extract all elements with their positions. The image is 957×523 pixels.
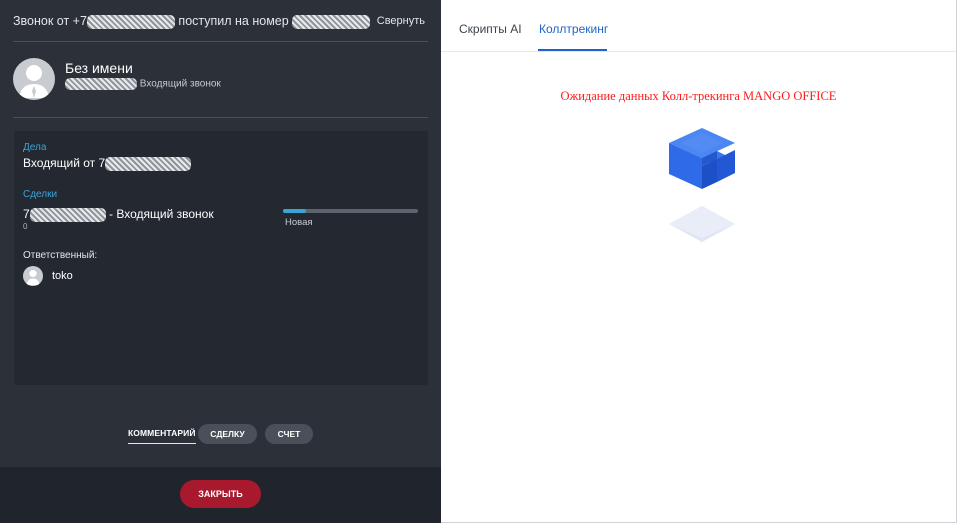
call-details-card: Дела Входящий от 7 Сделки 7 - Входящий з…	[14, 131, 428, 385]
call-title-middle: поступил на номер	[178, 14, 289, 28]
collapse-button[interactable]: Свернуть	[377, 15, 425, 27]
responsible-name[interactable]: toko	[52, 270, 73, 282]
redacted-phone-mask	[86, 14, 175, 29]
redacted-phone-mask	[105, 156, 192, 171]
deal-stage-progress	[283, 209, 418, 213]
comment-tab[interactable]: КОММЕНТАРИЙ	[128, 428, 196, 444]
tab-scripts-ai[interactable]: Скрипты AI	[459, 22, 522, 36]
create-deal-button[interactable]: СДЕЛКУ	[198, 424, 257, 444]
tab-calltracking[interactable]: Коллтрекинг	[539, 22, 608, 36]
task-item-text: Входящий от 7	[23, 156, 106, 170]
redacted-phone-mask	[29, 207, 106, 222]
deal-stage-progress-fill	[283, 209, 306, 213]
user-avatar-icon	[23, 266, 43, 286]
call-title-prefix: Звонок от +7	[13, 14, 87, 28]
contact-subtitle: Входящий звонок	[65, 78, 221, 90]
active-tab-indicator	[538, 49, 607, 51]
contact-call-type: Входящий звонок	[139, 78, 221, 90]
user-silhouette-icon[interactable]	[13, 58, 55, 100]
redacted-phone-mask	[65, 78, 137, 90]
close-button[interactable]: ЗАКРЫТЬ	[180, 480, 261, 508]
task-item[interactable]: Входящий от 7	[23, 156, 192, 171]
call-header: Звонок от +7 поступил на номер Свернуть	[13, 8, 428, 34]
contact-block: Без имени Входящий звонок	[13, 58, 428, 102]
tasks-label: Дела	[23, 142, 47, 153]
redacted-number-mask	[292, 14, 371, 29]
contact-divider	[13, 117, 428, 118]
panel-footer: ЗАКРЫТЬ	[0, 467, 441, 523]
side-content-panel: Скрипты AI Коллтрекинг Ожидание данных К…	[441, 0, 957, 523]
call-panel: Звонок от +7 поступил на номер Свернуть …	[0, 0, 441, 523]
deal-item-title: - Входящий звонок	[109, 207, 214, 221]
mango-cube-icon	[667, 126, 737, 246]
calltracking-status-text: Ожидание данных Колл-трекинга MANGO OFFI…	[560, 89, 837, 103]
deal-item-prefix: 7	[23, 207, 30, 221]
create-invoice-button[interactable]: СЧЕТ	[265, 424, 313, 444]
header-divider	[13, 41, 428, 42]
contact-name[interactable]: Без имени	[65, 60, 133, 76]
deals-label: Сделки	[23, 189, 58, 200]
responsible-label: Ответственный:	[23, 250, 98, 261]
call-title: Звонок от +7 поступил на номер	[13, 14, 371, 29]
tab-bar: Скрипты AI Коллтрекинг	[441, 0, 956, 52]
deal-stage-label: Новая	[285, 217, 313, 228]
deal-item-sub: 0	[23, 222, 28, 231]
deal-item[interactable]: 7 - Входящий звонок	[23, 207, 214, 222]
